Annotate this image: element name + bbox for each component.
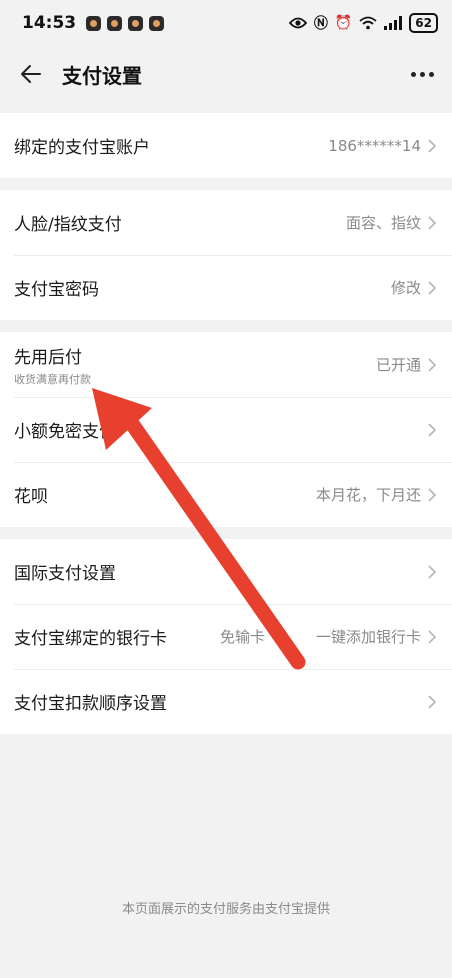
notification-icon	[128, 15, 144, 31]
row-password[interactable]: 支付宝密码 修改	[0, 255, 452, 320]
row-label: 绑定的支付宝账户	[14, 138, 150, 158]
eye-icon	[288, 17, 307, 29]
more-dots-icon	[410, 71, 416, 77]
row-bank-cards[interactable]: 支付宝绑定的银行卡 免输卡 一键添加银行卡	[0, 604, 452, 669]
row-label: 支付宝密码	[14, 280, 99, 300]
row-label: 人脸/指纹支付	[14, 215, 122, 235]
battery-indicator: 62	[409, 13, 438, 33]
status-time: 14:53	[22, 13, 77, 33]
notification-icon	[107, 15, 123, 31]
chevron-right-icon	[428, 694, 437, 709]
credit-group: 先用后付 收货满意再付款 已开通 小额免密支付 花呗 本月花，下月还	[0, 332, 452, 527]
wifi-icon	[359, 16, 377, 30]
chevron-right-icon	[428, 357, 437, 372]
face-value: 面容、指纹	[345, 214, 421, 232]
chevron-right-icon	[428, 138, 437, 153]
row-face-fingerprint[interactable]: 人脸/指纹支付 面容、指纹	[0, 190, 452, 255]
auth-group: 人脸/指纹支付 面容、指纹 支付宝密码 修改	[0, 190, 452, 320]
row-label: 国际支付设置	[14, 564, 116, 584]
chevron-right-icon	[428, 422, 437, 437]
row-bound-account[interactable]: 绑定的支付宝账户 186******14	[0, 113, 452, 178]
account-group: 绑定的支付宝账户 186******14	[0, 113, 452, 178]
page-title: 支付设置	[62, 63, 142, 88]
row-small-password-free[interactable]: 小额免密支付	[0, 397, 452, 462]
back-button[interactable]	[3, 46, 59, 102]
row-label: 支付宝绑定的银行卡	[14, 629, 167, 649]
row-subtitle: 收货满意再付款	[14, 372, 91, 386]
chevron-right-icon	[428, 280, 437, 295]
huabei-value: 本月花，下月还	[315, 486, 421, 504]
notification-icon	[86, 15, 102, 31]
row-pay-later[interactable]: 先用后付 收货满意再付款 已开通	[0, 332, 452, 397]
row-international-payment[interactable]: 国际支付设置	[0, 539, 452, 604]
row-huabei[interactable]: 花呗 本月花，下月还	[0, 462, 452, 527]
footer-note: 本页面展示的支付服务由支付宝提供	[121, 902, 330, 917]
row-label: 先用后付	[14, 347, 82, 368]
bank-card-tag: 免输卡	[220, 628, 266, 646]
status-indicators: Ⓝ ⏰ 62	[288, 13, 438, 33]
alarm-icon: ⏰	[334, 15, 353, 31]
row-label: 花呗	[14, 487, 48, 507]
chevron-right-icon	[428, 629, 437, 644]
row-deduction-order[interactable]: 支付宝扣款顺序设置	[0, 669, 452, 734]
arrow-left-icon	[21, 65, 41, 83]
chevron-right-icon	[428, 487, 437, 502]
signal-icon	[384, 16, 403, 30]
nav-bar: 支付设置	[0, 46, 452, 102]
chevron-right-icon	[428, 215, 437, 230]
notification-icon	[149, 15, 165, 31]
more-button[interactable]	[402, 46, 442, 102]
pay-later-status: 已开通	[375, 356, 421, 374]
nfc-icon: Ⓝ	[313, 16, 328, 32]
chevron-right-icon	[428, 564, 437, 579]
row-label: 支付宝扣款顺序设置	[14, 694, 167, 714]
status-bar: 14:53 Ⓝ ⏰ 62	[0, 0, 452, 46]
bank-card-value: 一键添加银行卡	[315, 628, 421, 646]
password-value: 修改	[390, 279, 421, 297]
row-label: 小额免密支付	[14, 422, 116, 442]
other-settings-group: 国际支付设置 支付宝绑定的银行卡 免输卡 一键添加银行卡 支付宝扣款顺序设置	[0, 539, 452, 734]
account-value: 186******14	[328, 136, 421, 155]
